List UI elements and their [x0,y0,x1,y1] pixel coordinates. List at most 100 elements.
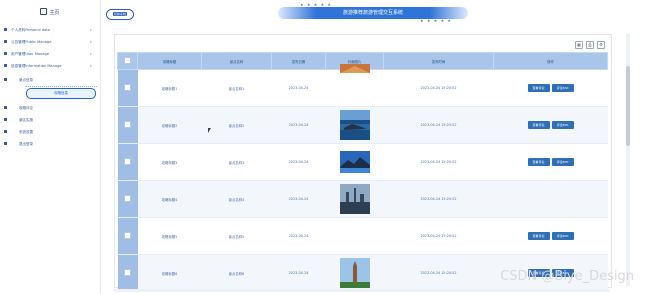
edit-comment-button[interactable]: 评论Edit [551,121,574,129]
brand-label: 主页 [49,10,60,16]
table-tools: ▦ ⎙ ⚙ [572,41,605,49]
sidebar-sub-spot-info[interactable]: 景点信息 [4,76,96,84]
cell-date: 2023-04-24 [271,254,326,292]
data-table: 攻略标题 景点名称 发布日期 封面图片 发布时间 操作 攻略标题1 景点名称1 … [117,52,608,292]
sidebar-sub-label: 攻略评论 [19,106,33,110]
table-row: 攻略标题5 景点名称5 2023-04-24 2023-04-24 15:20:… [117,217,608,255]
gear-icon[interactable]: ⚙ [597,41,605,49]
cover-image [339,258,370,288]
mouse-cursor-icon [208,128,211,133]
cell-time: 2023-04-24 15:20:52 [383,143,494,181]
view-comments-button[interactable]: 查看评论 [527,158,550,166]
edit-comment-button[interactable]: 评论Edit [551,158,574,166]
sidebar-sub-label: 景点信息 [19,78,33,82]
print-icon[interactable]: ⎙ [586,41,594,49]
edit-comment-button[interactable]: 评论Edit [551,84,574,92]
sidebar-sub-guide-info[interactable]: 攻略信息 [25,86,97,99]
row-checkbox[interactable] [124,121,131,128]
cell-image [325,217,384,255]
view-comments-button[interactable]: 查看评论 [527,232,550,240]
settings-icon [4,130,7,133]
cell-image [325,64,384,107]
row-checkbox-cell[interactable] [117,217,138,255]
notice-icon [4,40,7,43]
cell-date: 2023-04-24 [271,106,326,144]
vertical-scrollbar[interactable] [626,34,630,286]
cell-spot: 景点名称6 [201,254,272,292]
cover-image [339,110,370,140]
content-panel: ▦ ⎙ ⚙ 攻略标题 景点名称 发布日期 封面图片 发布时间 操作 攻略标题1 景点… [114,34,612,292]
horizontal-scrollbar[interactable] [114,289,610,292]
sidebar-item-label: 公告管理Public Manage [11,40,52,44]
home-icon [40,8,48,15]
sidebar-item-label: 信息管理Information Manage [11,64,62,68]
cell-title: 攻略标题6 [137,254,202,292]
row-checkbox[interactable] [124,269,131,276]
sidebar-sub-label: 退出登录 [19,142,33,146]
table-icon[interactable]: ▦ [575,41,583,49]
cover-image [339,151,370,173]
chevron-down-icon: ∨ [89,40,92,44]
row-checkbox[interactable] [124,232,131,239]
cell-time: 2023-04-24 15:20:52 [383,180,494,218]
cell-title: 攻略标题2 [137,106,202,144]
sidebar: 主页 个人资料Personal data ∨ 公告管理Public Manage ∨… [0,0,101,294]
cell-actions: 查看评论 评论Edit [493,217,608,255]
sidebar-item-user-manage[interactable]: 用户管理User Manage ∨ [4,50,96,58]
view-comments-button[interactable]: 查看评论 [527,121,550,129]
cell-actions [493,180,608,218]
sidebar-sub-facility[interactable]: 景区实施 [4,116,96,124]
cell-spot: 景点名称2 [201,106,272,144]
list-icon [4,78,7,81]
row-checkbox[interactable] [124,195,131,202]
sidebar-item-personal-data[interactable]: 个人资料Personal data ∨ [4,26,96,34]
col-spot[interactable]: 景点名称 [201,52,272,70]
cell-time: 2023-04-24 15:20:52 [383,69,494,107]
sidebar-item-label: 个人资料Personal data [11,28,50,32]
stars-decoration-bottom: ★ ★ ★ ★ ★ [420,18,453,23]
edit-comment-button[interactable]: 评论Edit [551,232,574,240]
sidebar-sub-label: 景区实施 [19,118,33,122]
cell-actions: 查看评论 评论Edit [493,69,608,107]
sidebar-brand[interactable]: 主页 [0,8,100,16]
select-all-checkbox[interactable] [124,57,131,64]
table-row: 攻略标题2 景点名称2 2023-04-24 2023-04-24 15:20:… [117,106,608,144]
cell-date: 2023-04-24 [271,143,326,181]
sidebar-sub-settings[interactable]: 系统设置 [4,128,96,136]
cover-image [339,184,370,214]
scrollbar-thumb[interactable] [626,66,630,146]
cell-image [325,254,384,292]
row-checkbox[interactable] [124,158,131,165]
logout-icon [4,142,7,145]
chevron-down-icon: ∨ [89,28,92,32]
switch-system-button[interactable]: 切换系统 [106,9,134,20]
sidebar-sub-guide-comment[interactable]: 攻略评论 [4,104,96,112]
col-title[interactable]: 攻略标题 [137,52,202,70]
row-checkbox-cell[interactable] [117,106,138,144]
row-checkbox-cell[interactable] [117,143,138,181]
cell-image [325,180,384,218]
sidebar-item-information-manage[interactable]: 信息管理Information Manage ∨ [4,62,96,70]
switch-system-label: 切换系统 [112,12,127,16]
row-checkbox-cell[interactable] [117,254,138,292]
sidebar-item-public-manage[interactable]: 公告管理Public Manage ∨ [4,38,96,46]
cell-date: 2023-04-24 [271,69,326,107]
sidebar-sub-label: 攻略信息 [54,91,68,95]
col-time[interactable]: 发布时间 [383,52,494,70]
col-date[interactable]: 发布日期 [271,52,326,70]
cell-actions: 查看评论 评论Edit [493,143,608,181]
cell-time: 2023-04-24 15:20:52 [383,254,494,292]
row-checkbox[interactable] [124,84,131,91]
row-checkbox-cell[interactable] [117,69,138,107]
table-row: 攻略标题4 景点名称4 2023-04-24 2023-04-24 15:20:… [117,180,608,218]
cell-time: 2023-04-24 15:20:52 [383,106,494,144]
cell-title: 攻略标题5 [137,217,202,255]
facility-icon [4,118,7,121]
view-comments-button[interactable]: 查看评论 [527,84,550,92]
row-checkbox-cell[interactable] [117,180,138,218]
cell-title: 攻略标题1 [137,69,202,107]
select-all-cell[interactable] [117,52,138,70]
cell-spot: 景点名称3 [201,143,272,181]
sidebar-sub-logout[interactable]: 退出登录 [4,140,96,148]
watermark: CSDN @Biye_Design [500,269,634,284]
